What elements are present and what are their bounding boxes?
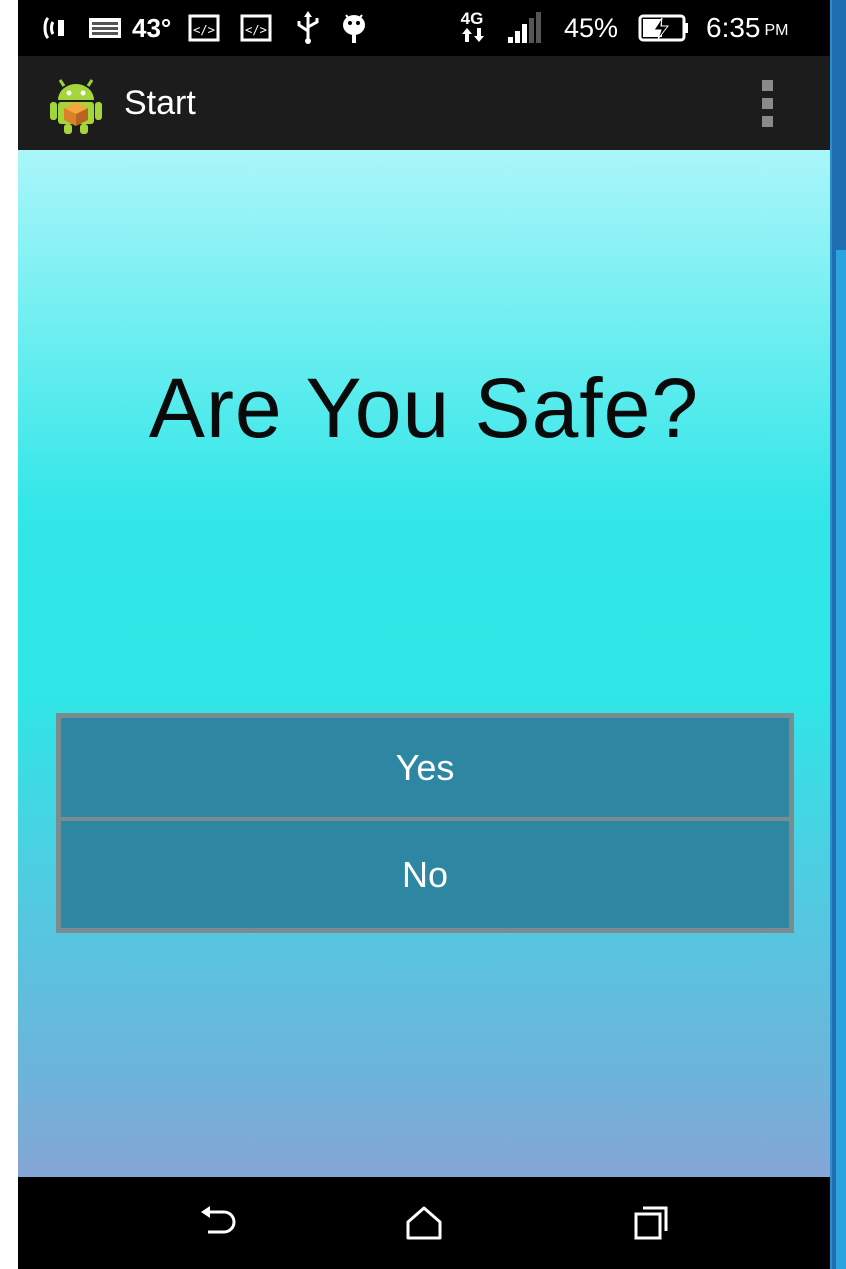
network-label: 4G [461,9,484,28]
svg-text:</>: </> [245,23,267,37]
signal-icon [506,0,546,56]
lte-icon: 4G [454,0,494,56]
main-content: Are You Safe? Yes No [18,150,830,1177]
android-debug-icon [340,0,368,56]
home-icon[interactable] [394,1195,454,1251]
wifi-calling-icon [40,0,72,56]
code-notification-icon: </> [188,0,220,56]
battery-percentage: 45% [564,12,619,43]
android-app-icon[interactable] [50,78,102,134]
phone-screen: 43° </> </> 4G 45% 6:35 PM Start Are You… [18,0,830,1269]
temperature-label: 43° [132,12,172,43]
overflow-menu-icon[interactable] [756,80,780,128]
navigation-bar [18,1177,830,1269]
code-notification-icon: </> [240,0,272,56]
status-bar: 43° </> </> 4G 45% 6:35 PM [18,0,830,56]
keyboard-icon [88,0,122,56]
svg-text:</>: </> [193,23,215,37]
time-label: 6:35 [706,12,761,43]
yes-button[interactable]: Yes [61,718,789,817]
app-title: Start [124,84,196,122]
back-icon[interactable] [188,1195,248,1251]
recents-icon[interactable] [622,1195,682,1251]
question-heading: Are You Safe? [148,361,700,455]
clock: 6:35 PM [706,0,789,56]
usb-icon [294,0,322,56]
no-button[interactable]: No [61,821,789,928]
action-bar: Start [18,56,830,150]
battery-charging-icon [638,0,690,56]
slide-background-edge [828,0,846,1269]
answer-button-group: Yes No [56,713,794,933]
screenshot: 43° </> </> 4G 45% 6:35 PM Start Are You… [0,0,846,1269]
ampm-label: PM [764,22,789,39]
